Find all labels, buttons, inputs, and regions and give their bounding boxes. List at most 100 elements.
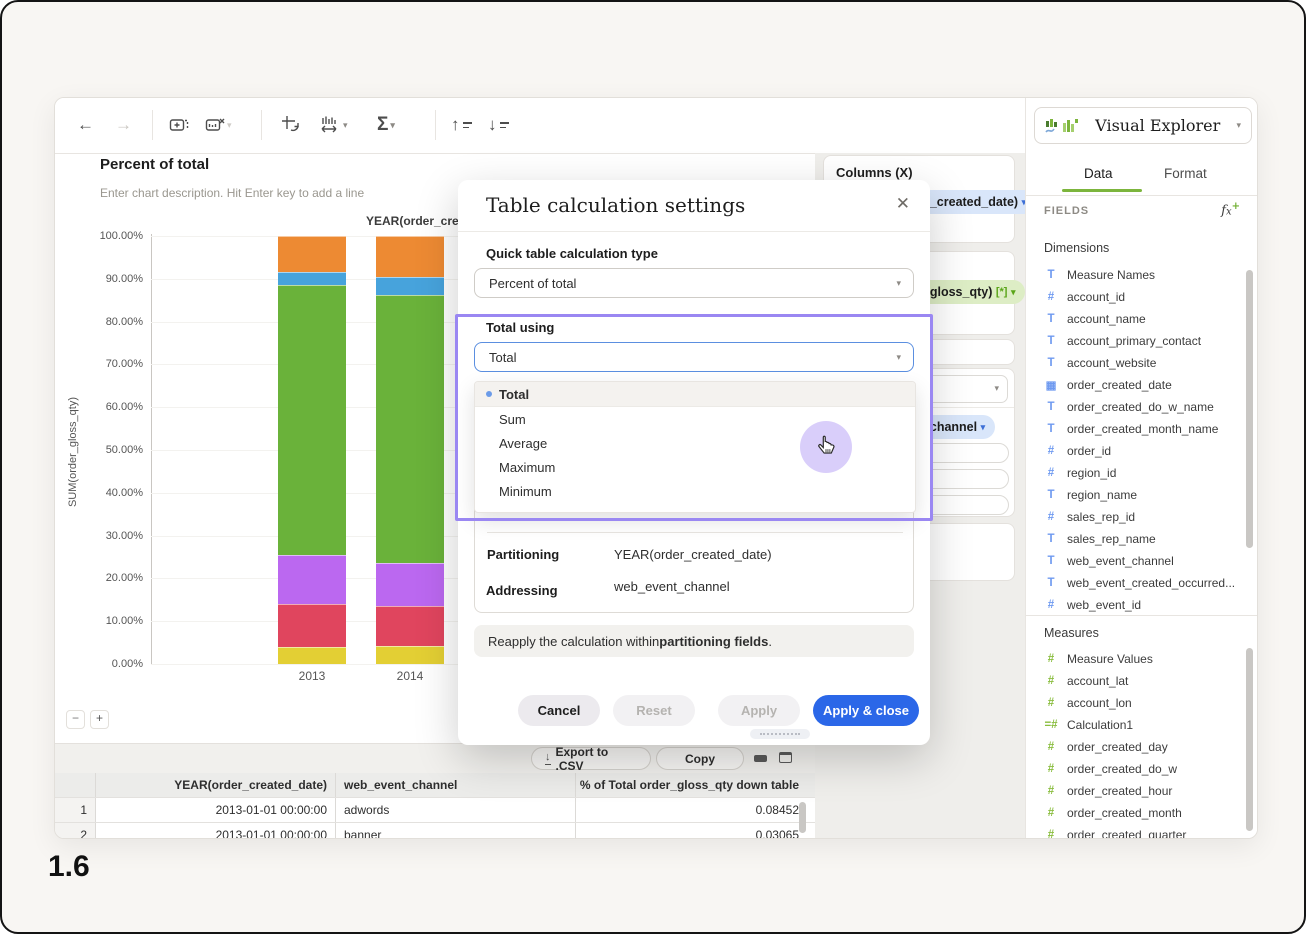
table-cell: 0.03065: [575, 823, 807, 839]
field-label: order_id: [1067, 444, 1111, 458]
number-icon: #: [1044, 291, 1058, 303]
dropdown-option-minimum[interactable]: Minimum: [475, 479, 915, 503]
zoom-in-button[interactable]: +: [90, 710, 109, 729]
chart-width-icon[interactable]: ▾: [319, 112, 348, 138]
dimensions-scrollbar[interactable]: [1246, 270, 1253, 548]
number-icon: #: [1044, 675, 1058, 687]
bar-segment-segment-blue[interactable]: [278, 272, 346, 285]
y-tick-label: 80.00%: [63, 316, 143, 328]
partitioning-divider: [487, 532, 903, 533]
field-label: web_event_created_occurred...: [1067, 576, 1235, 590]
close-icon[interactable]: ✕: [896, 194, 910, 214]
sort-ascending-icon[interactable]: ↑: [451, 112, 472, 138]
measures-scrollbar[interactable]: [1246, 648, 1253, 831]
number-icon: #: [1044, 829, 1058, 838]
total-using-select[interactable]: Total ▾: [474, 342, 914, 372]
copy-button[interactable]: Copy: [656, 747, 744, 770]
field-item-account-website[interactable]: Taccount_website: [1026, 352, 1246, 374]
field-item-web-event-channel[interactable]: Tweb_event_channel: [1026, 550, 1246, 572]
text-icon: T: [1044, 335, 1058, 347]
field-item-order-created-do-w[interactable]: #order_created_do_w: [1026, 758, 1246, 780]
explorer-type-select[interactable]: Visual Explorer ▾: [1034, 107, 1252, 144]
field-item-sales-rep-name[interactable]: Tsales_rep_name: [1026, 528, 1246, 550]
field-item-order-created-month-name[interactable]: Torder_created_month_name: [1026, 418, 1246, 440]
table-row: 12013-01-01 00:00:00adwords0.08452: [55, 798, 815, 823]
sigma-aggregate-icon[interactable]: Σ ▾: [377, 112, 395, 138]
calc-hint: Reapply the calculation within partition…: [474, 625, 914, 657]
bar-segment-segment-green[interactable]: [376, 295, 444, 564]
field-item-calculation1[interactable]: =#Calculation1: [1026, 714, 1246, 736]
zoom-out-button[interactable]: −: [66, 710, 85, 729]
field-item-web-event-created-occurred-[interactable]: Tweb_event_created_occurred...: [1026, 572, 1246, 594]
field-item-order-created-quarter[interactable]: #order_created_quarter: [1026, 824, 1246, 838]
reset-button[interactable]: Reset: [613, 695, 695, 726]
apply-close-button[interactable]: Apply & close: [813, 695, 919, 726]
pane-splitter-handle[interactable]: [750, 729, 810, 739]
bar-segment-segment-yellow[interactable]: [376, 646, 444, 664]
field-item-account-primary-contact[interactable]: Taccount_primary_contact: [1026, 330, 1246, 352]
y-tick-label: 30.00%: [63, 530, 143, 542]
sort-descending-icon[interactable]: ↓: [488, 112, 509, 138]
chevron-down-icon: ▾: [896, 352, 901, 363]
bar-segment-segment-red[interactable]: [376, 606, 444, 645]
back-icon[interactable]: ←: [77, 112, 94, 138]
field-label: order_created_month: [1067, 806, 1182, 820]
dropdown-option-total[interactable]: Total: [475, 382, 915, 407]
bar-segment-segment-purple[interactable]: [376, 563, 444, 606]
results-table-scrollbar[interactable]: [799, 802, 806, 833]
number-icon: #: [1044, 763, 1058, 775]
field-label: region_name: [1067, 488, 1137, 502]
field-item-region-id[interactable]: #region_id: [1026, 462, 1246, 484]
field-item-order-id[interactable]: #order_id: [1026, 440, 1246, 462]
swap-axes-icon[interactable]: [281, 112, 301, 138]
chart-title[interactable]: Percent of total: [100, 156, 209, 173]
tab-format[interactable]: Format: [1164, 166, 1207, 181]
field-item-account-lon[interactable]: #account_lon: [1026, 692, 1246, 714]
bar-segment-segment-orange[interactable]: [376, 236, 444, 277]
fields-label: FIELDS: [1044, 205, 1089, 217]
multi-field-icon: T: [1044, 269, 1058, 281]
add-chart-icon[interactable]: [169, 112, 189, 138]
field-item-region-name[interactable]: Tregion_name: [1026, 484, 1246, 506]
apply-button[interactable]: Apply: [718, 695, 800, 726]
bar-segment-segment-green[interactable]: [278, 285, 346, 555]
results-table: YEAR(order_created_date)web_event_channe…: [55, 773, 815, 839]
bar-segment-segment-yellow[interactable]: [278, 647, 346, 664]
click-highlight: [800, 421, 852, 473]
table-cell: 2: [55, 823, 95, 839]
table-header-cell: YEAR(order_created_date): [95, 773, 335, 797]
minimize-results-icon[interactable]: [754, 755, 767, 762]
number-icon: #: [1044, 511, 1058, 523]
bar-segment-segment-red[interactable]: [278, 604, 346, 647]
table-cell: adwords: [335, 798, 575, 822]
remove-chart-icon[interactable]: ▾: [205, 112, 232, 138]
number-icon: #: [1044, 697, 1058, 709]
field-item-order-created-date[interactable]: ▦order_created_date: [1026, 374, 1246, 396]
cancel-button[interactable]: Cancel: [518, 695, 600, 726]
bar-segment-segment-blue[interactable]: [376, 277, 444, 295]
field-item-order-created-do-w-name[interactable]: Torder_created_do_w_name: [1026, 396, 1246, 418]
field-item-order-created-month[interactable]: #order_created_month: [1026, 802, 1246, 824]
bar-segment-segment-orange[interactable]: [278, 236, 346, 272]
table-header-cell: % of Total order_gloss_qty down table: [575, 773, 807, 797]
field-item-account-lat[interactable]: #account_lat: [1026, 670, 1246, 692]
dropdown-option-sum[interactable]: Sum: [475, 407, 915, 431]
field-item-order-created-day[interactable]: #order_created_day: [1026, 736, 1246, 758]
field-item-account-name[interactable]: Taccount_name: [1026, 308, 1246, 330]
maximize-results-icon[interactable]: [779, 752, 792, 763]
quick-calc-select[interactable]: Percent of total ▾: [474, 268, 914, 298]
tab-data[interactable]: Data: [1084, 166, 1113, 181]
bar-segment-segment-purple[interactable]: [278, 555, 346, 604]
forward-icon[interactable]: →: [115, 112, 132, 138]
field-item-web-event-id[interactable]: #web_event_id: [1026, 594, 1246, 615]
export-csv-button[interactable]: ↓ Export to .CSV: [531, 747, 651, 770]
hand-cursor-icon: [813, 434, 839, 460]
field-item-measure-names[interactable]: TMeasure Names: [1026, 264, 1246, 286]
field-item-account-id[interactable]: #account_id: [1026, 286, 1246, 308]
field-item-measure-values[interactable]: #Measure Values: [1026, 648, 1246, 670]
field-item-sales-rep-id[interactable]: #sales_rep_id: [1026, 506, 1246, 528]
field-item-order-created-hour[interactable]: #order_created_hour: [1026, 780, 1246, 802]
table-row: 22013-01-01 00:00:00banner0.03065: [55, 823, 815, 839]
add-calculation-icon[interactable]: fx+: [1221, 201, 1240, 218]
chart-description-placeholder[interactable]: Enter chart description. Hit Enter key t…: [100, 186, 364, 200]
